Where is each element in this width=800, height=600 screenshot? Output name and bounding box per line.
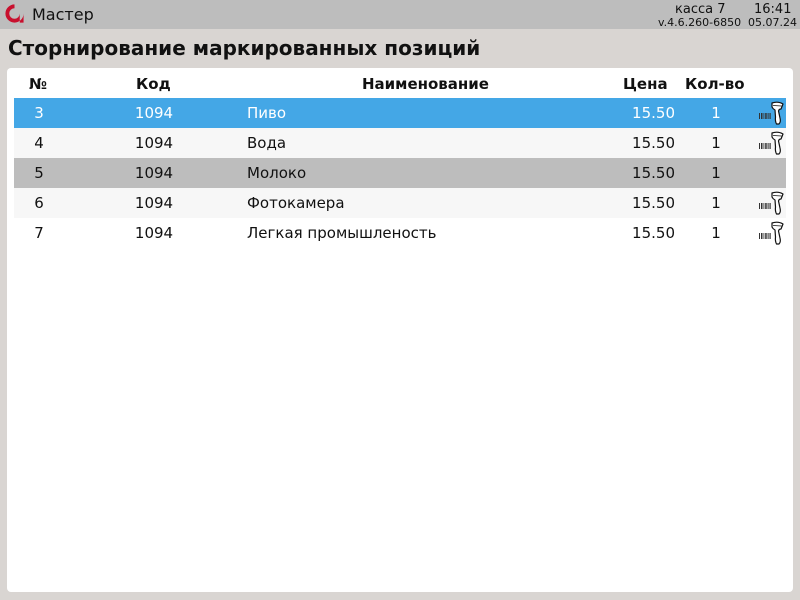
row-price: 15.50 — [632, 164, 675, 182]
positions-table: № Код Наименование Цена Кол-во 3 1094 Пиво… — [7, 68, 793, 592]
header-name: Наименование — [362, 75, 489, 93]
barcode-scanner-icon — [759, 130, 785, 156]
row-code: 1094 — [134, 164, 174, 182]
row-number: 5 — [34, 164, 44, 182]
date-label: 05.07.24 — [748, 16, 797, 29]
row-number: 4 — [34, 134, 44, 152]
barcode-scanner-icon — [759, 220, 785, 246]
row-code: 1094 — [134, 224, 174, 242]
row-name: Молоко — [247, 164, 307, 182]
barcode-scanner-icon — [759, 100, 785, 126]
row-quantity: 1 — [711, 224, 721, 242]
row-quantity: 1 — [711, 104, 721, 122]
row-number: 3 — [34, 104, 44, 122]
register-label: касса 7 — [675, 2, 726, 17]
app-title: Мастер — [32, 5, 94, 24]
table-row[interactable]: 3 1094 Пиво 15.50 1 — [14, 98, 786, 128]
table-row[interactable]: 4 1094 Вода 15.50 1 — [14, 128, 786, 158]
row-name: Фотокамера — [247, 194, 345, 212]
header-quantity: Кол-во — [685, 75, 745, 93]
clock-time: 16:41 — [754, 2, 792, 17]
header-number: № — [29, 75, 48, 93]
row-name: Легкая промышленость — [247, 224, 437, 242]
row-name: Пиво — [247, 104, 287, 122]
header-code: Код — [136, 75, 171, 93]
row-number: 7 — [34, 224, 44, 242]
page-title: Сторнирование маркированных позиций — [8, 36, 481, 60]
row-price: 15.50 — [632, 134, 675, 152]
row-price: 15.50 — [632, 194, 675, 212]
header-price: Цена — [623, 75, 668, 93]
row-code: 1094 — [134, 134, 174, 152]
row-code: 1094 — [134, 194, 174, 212]
brand-logo-icon — [5, 4, 24, 23]
table-row[interactable]: 5 1094 Молоко 15.50 1 — [14, 158, 786, 188]
row-quantity: 1 — [711, 164, 721, 182]
barcode-scanner-icon — [759, 190, 785, 216]
row-number: 6 — [34, 194, 44, 212]
table-row[interactable]: 6 1094 Фотокамера 15.50 1 — [14, 188, 786, 218]
row-name: Вода — [247, 134, 287, 152]
table-row[interactable]: 7 1094 Легкая промышленость 15.50 1 — [14, 218, 786, 248]
row-code: 1094 — [134, 104, 174, 122]
row-price: 15.50 — [632, 104, 675, 122]
version-label: v.4.6.260-6850 — [658, 16, 742, 29]
top-bar: Мастер касса 7 16:41 v.4.6.260-6850 05.0… — [0, 0, 800, 29]
row-quantity: 1 — [711, 134, 721, 152]
row-price: 15.50 — [632, 224, 675, 242]
row-quantity: 1 — [711, 194, 721, 212]
